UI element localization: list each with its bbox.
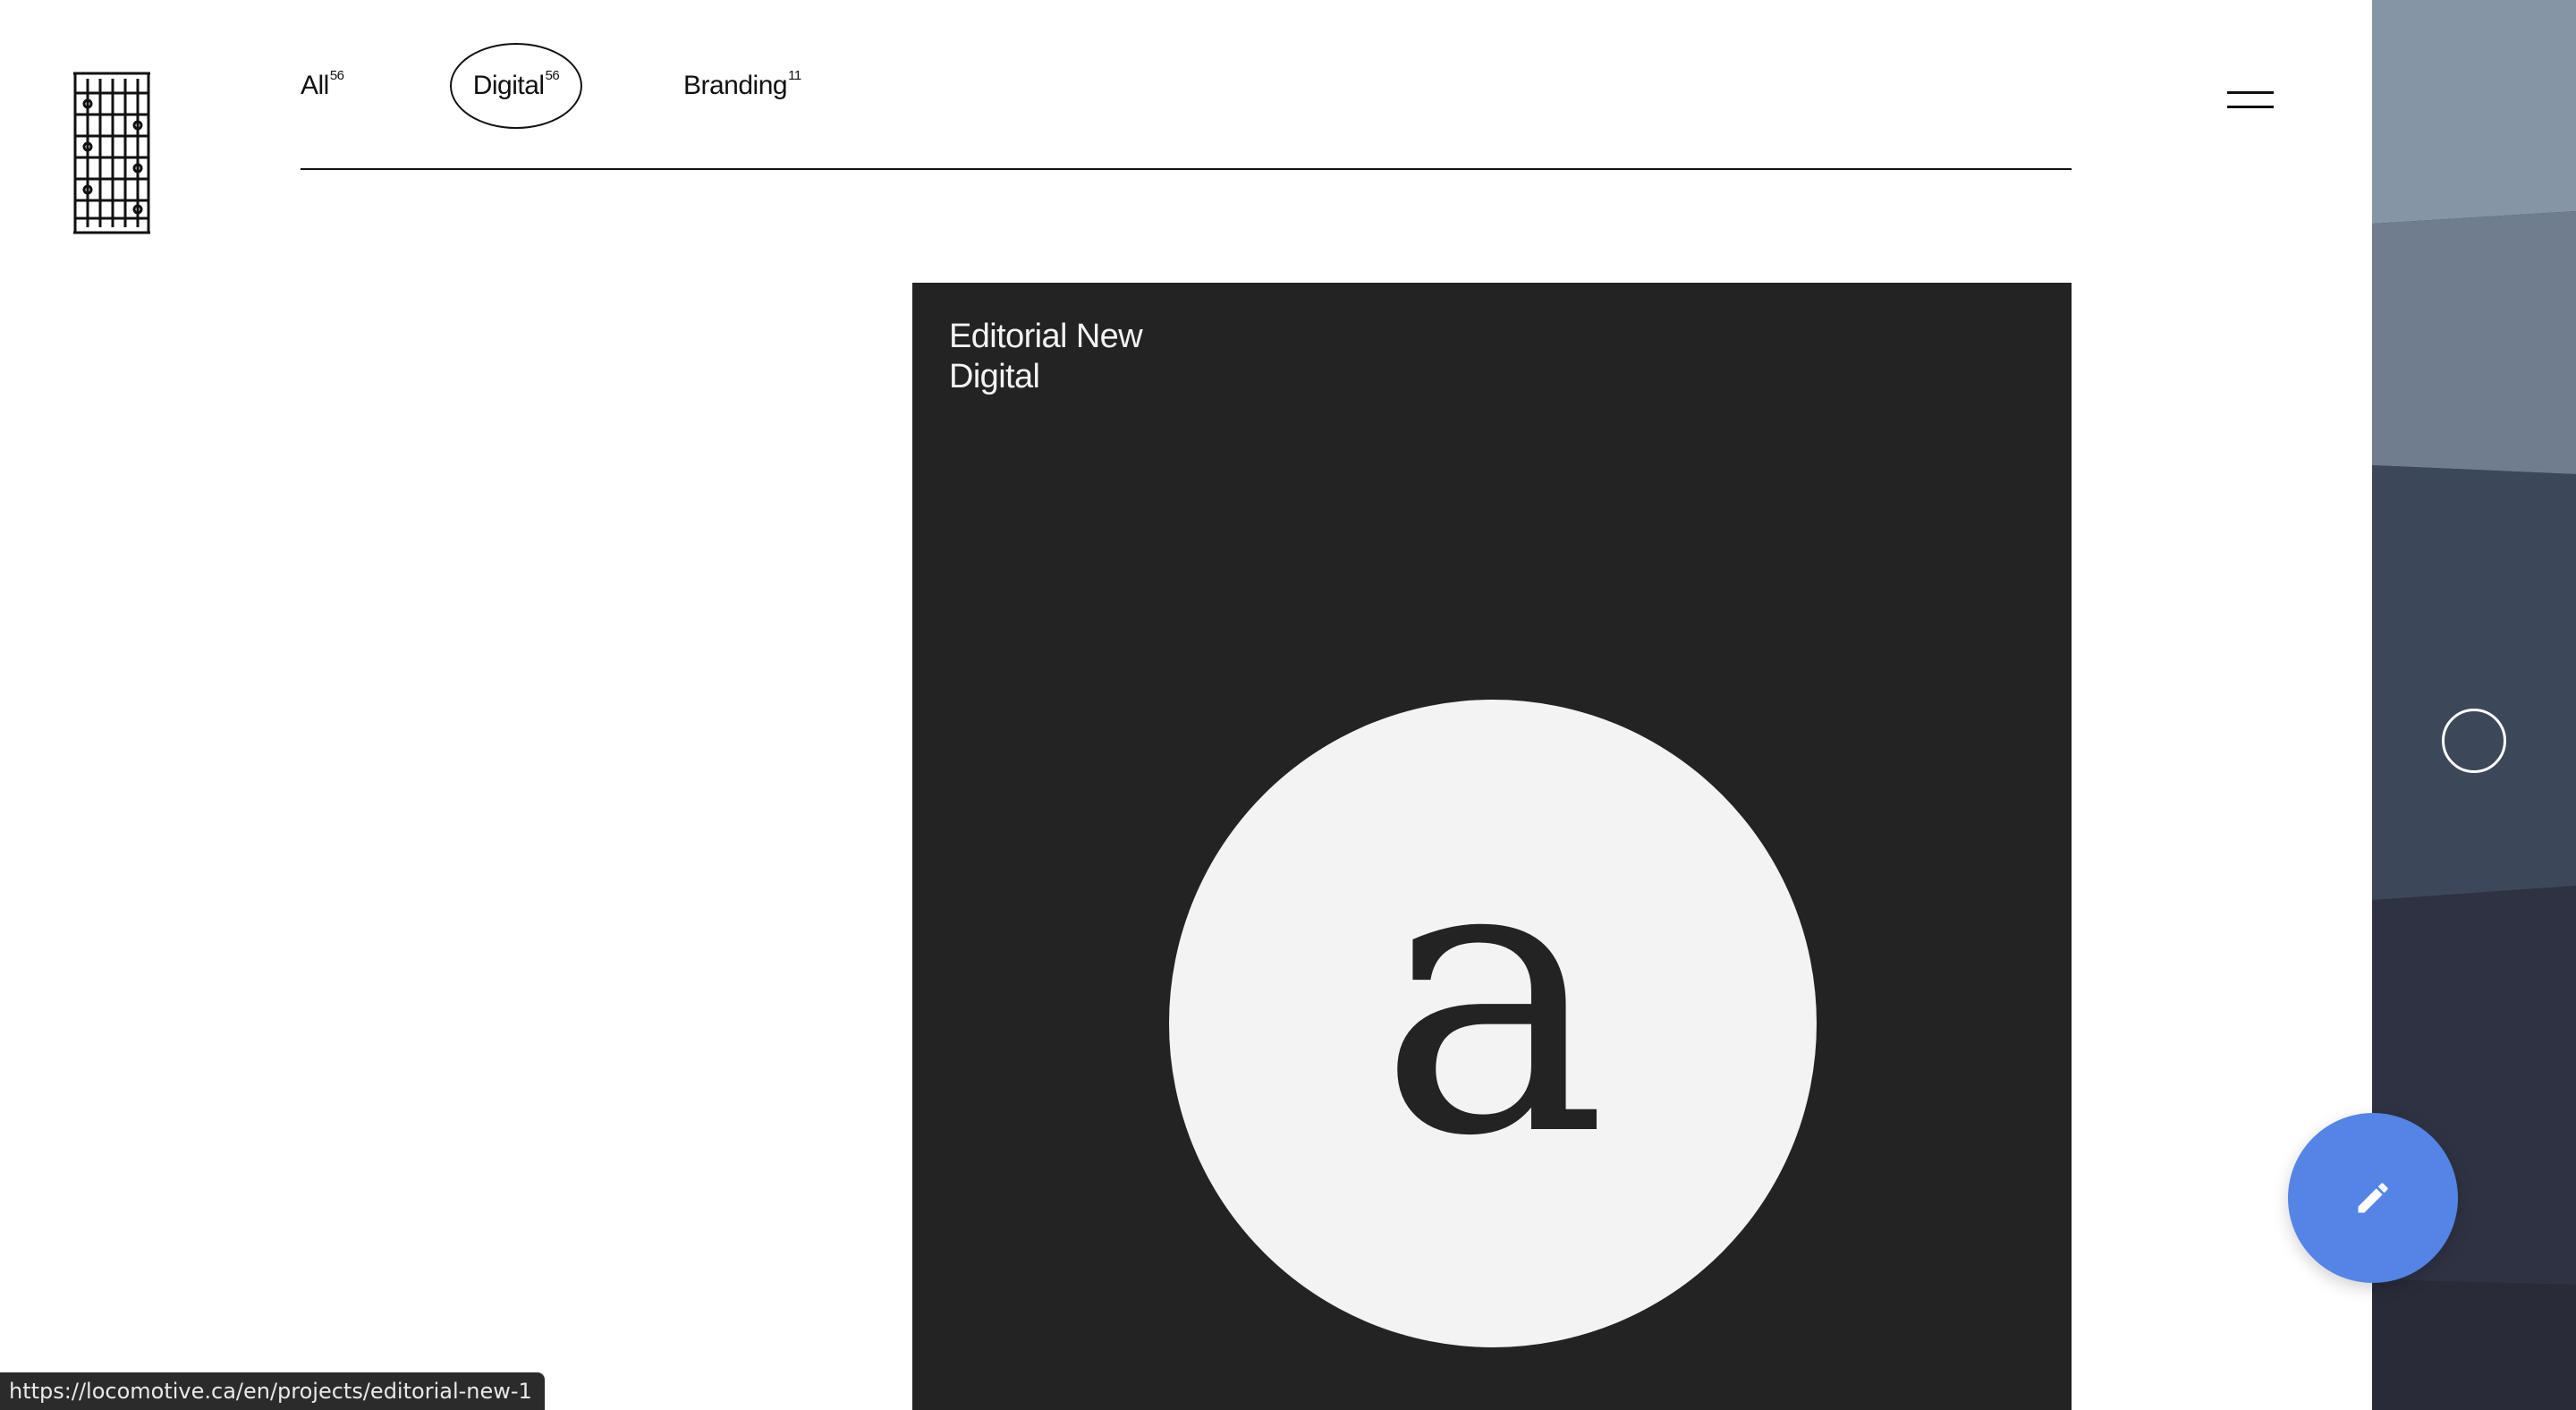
filter-digital-label: Digital [472,71,545,100]
project-title: Editorial New [949,318,1143,355]
pencil-icon [2358,1183,2388,1213]
locomotive-logo-icon[interactable] [73,72,150,234]
status-bar-url: https://locomotive.ca/en/projects/editor… [0,1372,545,1410]
filter-all[interactable]: All 56 [301,43,344,129]
nav-divider [301,168,2072,170]
project-category: Digital [949,358,1040,395]
filter-digital[interactable]: Digital 56 [450,43,582,129]
filter-branding[interactable]: Branding 11 [683,43,801,129]
menu-line-top [2227,91,2274,94]
menu-line-bottom [2227,106,2274,108]
filter-all-label: All [301,71,329,100]
cursor-ring-icon [2442,709,2506,773]
project-thumbnail-glyph: a [1377,773,1608,1220]
project-card-editorial-new[interactable]: Editorial New Digital a [912,283,2072,1410]
filter-branding-count: 11 [788,67,801,83]
page: All 56 Digital 56 Branding 11 Editorial New… [0,0,2576,1410]
edit-fab-button[interactable] [2288,1113,2458,1283]
hamburger-menu-icon[interactable] [2227,86,2277,118]
filter-branding-label: Branding [683,71,788,100]
project-thumbnail-disc: a [1169,700,1817,1347]
project-card-title: Editorial New Digital [949,317,1143,397]
filter-digital-count: 56 [545,67,560,83]
filter-all-count: 56 [329,67,344,83]
